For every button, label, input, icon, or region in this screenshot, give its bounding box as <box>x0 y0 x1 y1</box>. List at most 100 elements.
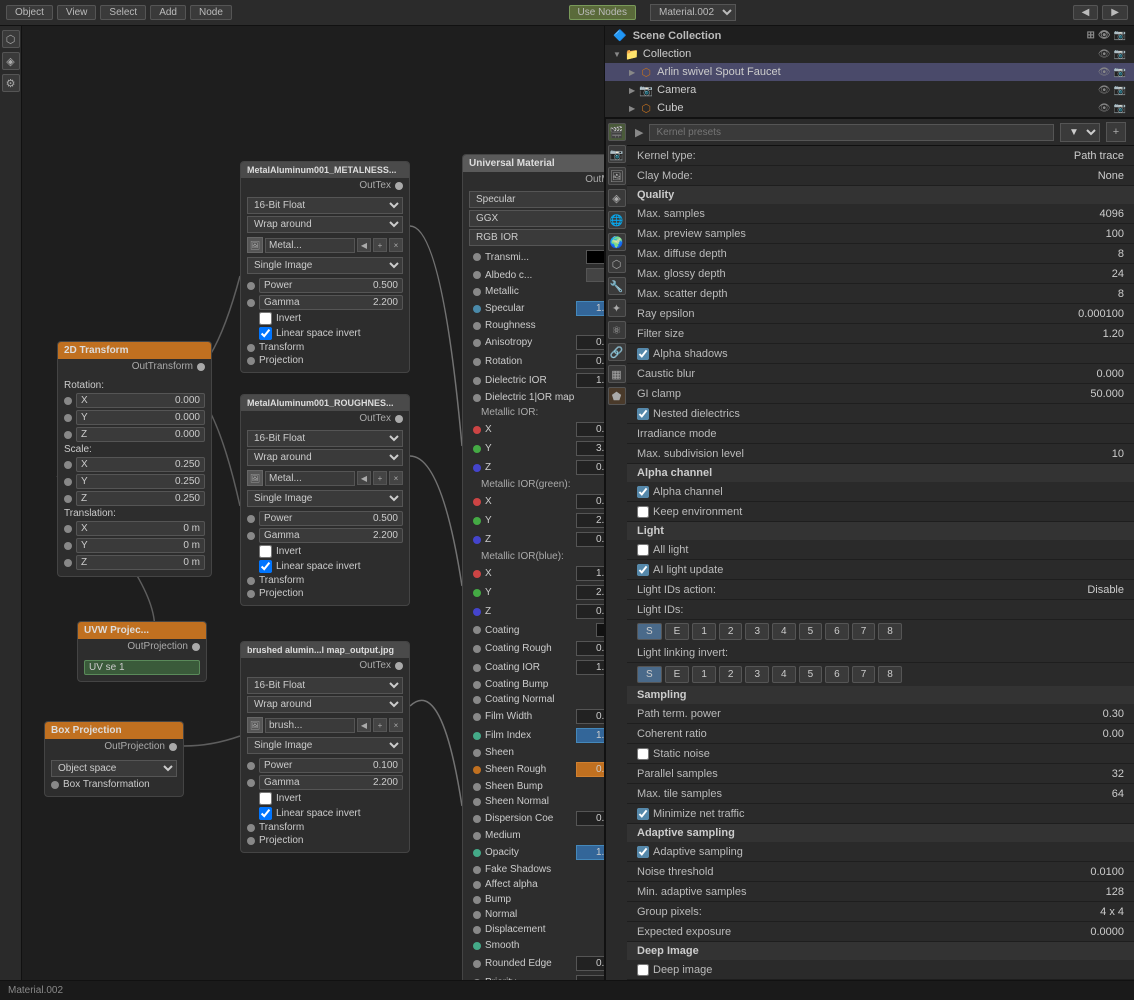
metalness-power-field[interactable]: Power 0.500 <box>259 278 403 293</box>
ll-e-btn[interactable]: E <box>665 666 690 683</box>
uvw-field[interactable]: UV se 1 <box>84 660 200 675</box>
metalness-gamma-field[interactable]: Gamma 2.200 <box>259 295 403 310</box>
brushed-invert-check[interactable] <box>259 792 272 805</box>
scene-icon[interactable]: 🎬 <box>608 123 626 141</box>
box-space-select[interactable]: Object space <box>51 760 177 777</box>
metalness-img-btn3[interactable]: × <box>389 238 403 252</box>
object2-icon[interactable]: ⬡ <box>608 255 626 273</box>
roughness-wrap[interactable]: Wrap around <box>247 449 403 466</box>
iorg-y-value[interactable]: 2.594 <box>576 513 604 528</box>
roundededge-value[interactable]: 0.000 <box>576 956 604 971</box>
brushed-type[interactable]: Single Image <box>247 737 403 754</box>
ll-8-btn[interactable]: 8 <box>878 666 902 683</box>
lid-e-btn[interactable]: E <box>665 623 690 640</box>
opacity-value[interactable]: 1.000 <box>576 845 604 860</box>
roughness-type[interactable]: Single Image <box>247 490 403 507</box>
universal-specular-select[interactable]: Specular <box>469 191 604 208</box>
metalness-img-btn1[interactable]: ◀ <box>357 238 371 252</box>
alpha-shadows-check[interactable] <box>637 348 649 360</box>
metalness-linear-check[interactable] <box>259 327 272 340</box>
lid-5-btn[interactable]: 5 <box>799 623 823 640</box>
roughness-img-btn3[interactable]: × <box>389 471 403 485</box>
trans-y-field[interactable]: Y0 m <box>76 538 205 553</box>
ll-3-btn[interactable]: 3 <box>745 666 769 683</box>
particles-icon[interactable]: ✦ <box>608 299 626 317</box>
ior-x-value[interactable]: 0.218 <box>576 422 604 437</box>
use-nodes-btn[interactable]: Use Nodes <box>569 5 636 20</box>
ll-2-btn[interactable]: 2 <box>719 666 743 683</box>
nested-diel-check[interactable] <box>637 408 649 420</box>
metalness-wrap[interactable]: Wrap around <box>247 216 403 233</box>
lid-4-btn[interactable]: 4 <box>772 623 796 640</box>
brushed-wrap[interactable]: Wrap around <box>247 696 403 713</box>
ll-6-btn[interactable]: 6 <box>825 666 849 683</box>
scale-y-field[interactable]: Y0.250 <box>76 474 205 489</box>
cube-cam-btn[interactable]: 📷 <box>1114 103 1126 114</box>
albedo-color[interactable] <box>586 268 604 282</box>
rs-dropdown[interactable]: ▼ <box>1060 123 1100 142</box>
view-controls[interactable]: ◀ <box>1073 5 1099 20</box>
rs-search-input[interactable] <box>649 124 1054 141</box>
scene2-icon[interactable]: 🌐 <box>608 211 626 229</box>
add-btn[interactable]: Add <box>150 5 186 20</box>
brushed-gamma-field[interactable]: Gamma 2.200 <box>259 775 403 790</box>
metalness-img-btn2[interactable]: + <box>373 238 387 252</box>
constraints-icon[interactable]: 🔗 <box>608 343 626 361</box>
brushed-img-btn1[interactable]: ◀ <box>357 718 371 732</box>
roughness-img-btn2[interactable]: + <box>373 471 387 485</box>
node-btn[interactable]: Node <box>190 5 232 20</box>
metalness-bitdepth[interactable]: 16-Bit Float <box>247 197 403 214</box>
brushed-img-btn3[interactable]: × <box>389 718 403 732</box>
rot-z-field[interactable]: Z0.000 <box>76 427 205 442</box>
keep-env-check[interactable] <box>637 506 649 518</box>
ior-y-value[interactable]: 3.637 <box>576 441 604 456</box>
minimize-net-check[interactable] <box>637 808 649 820</box>
alpha-channel-check[interactable] <box>637 486 649 498</box>
iorb-y-value[interactable]: 2.390 <box>576 585 604 600</box>
universal-ggx-select[interactable]: GGX <box>469 210 604 227</box>
faucet-cam-btn[interactable]: 📷 <box>1114 67 1126 78</box>
cam-cam-btn[interactable]: 📷 <box>1114 85 1126 96</box>
view-controls2[interactable]: ▶ <box>1102 5 1128 20</box>
select-btn[interactable]: Select <box>100 5 146 20</box>
outliner-item-cube[interactable]: ▶ ⬡ Cube 👁 📷 <box>605 99 1134 117</box>
lid-1-btn[interactable]: 1 <box>692 623 716 640</box>
coatingrough-value[interactable]: 0.063 <box>576 641 604 656</box>
adaptive-sampling-check[interactable] <box>637 846 649 858</box>
roughness-invert-check[interactable] <box>259 545 272 558</box>
physics-icon[interactable]: ⚛ <box>608 321 626 339</box>
trans-x-field[interactable]: X0 m <box>76 521 205 536</box>
sheenrough-value[interactable]: 0.200 <box>576 762 604 777</box>
node-side-icon-3[interactable]: ⚙ <box>2 74 20 92</box>
iorb-x-value[interactable]: 1.165 <box>576 566 604 581</box>
ll-5-btn[interactable]: 5 <box>799 666 823 683</box>
ior-z-value[interactable]: 0.000 <box>576 460 604 475</box>
brushed-linear-check[interactable] <box>259 807 272 820</box>
faucet-eye-btn[interactable]: 👁 <box>1098 67 1111 78</box>
roughness-power-field[interactable]: Power 0.500 <box>259 511 403 526</box>
filmindex-value[interactable]: 1.680 <box>576 728 604 743</box>
dielior-value[interactable]: 1.500 <box>576 373 604 388</box>
ll-1-btn[interactable]: 1 <box>692 666 716 683</box>
iorg-z-value[interactable]: 0.000 <box>576 532 604 547</box>
roughness-img-btn1[interactable]: ◀ <box>357 471 371 485</box>
view-layer-icon[interactable]: ◈ <box>608 189 626 207</box>
metalness-invert-check[interactable] <box>259 312 272 325</box>
view-btn[interactable]: View <box>57 5 97 20</box>
world-icon[interactable]: 🌍 <box>608 233 626 251</box>
outliner-filter-btn[interactable]: ⊞ <box>1086 30 1094 41</box>
all-light-update-check[interactable] <box>637 564 649 576</box>
ll-s-btn[interactable]: S <box>637 666 662 683</box>
transmi-color[interactable] <box>586 250 604 264</box>
render-icon[interactable]: 📷 <box>608 145 626 163</box>
metalness-type[interactable]: Single Image <box>247 257 403 274</box>
rot-y-field[interactable]: Y0.000 <box>76 410 205 425</box>
roughness-linear-check[interactable] <box>259 560 272 573</box>
coll-cam-btn[interactable]: 📷 <box>1114 49 1126 60</box>
ll-7-btn[interactable]: 7 <box>852 666 876 683</box>
trans-z-field[interactable]: Z0 m <box>76 555 205 570</box>
lid-6-btn[interactable]: 6 <box>825 623 849 640</box>
brushed-power-field[interactable]: Power 0.100 <box>259 758 403 773</box>
output-icon[interactable]: 🖼 <box>608 167 626 185</box>
lid-8-btn[interactable]: 8 <box>878 623 902 640</box>
